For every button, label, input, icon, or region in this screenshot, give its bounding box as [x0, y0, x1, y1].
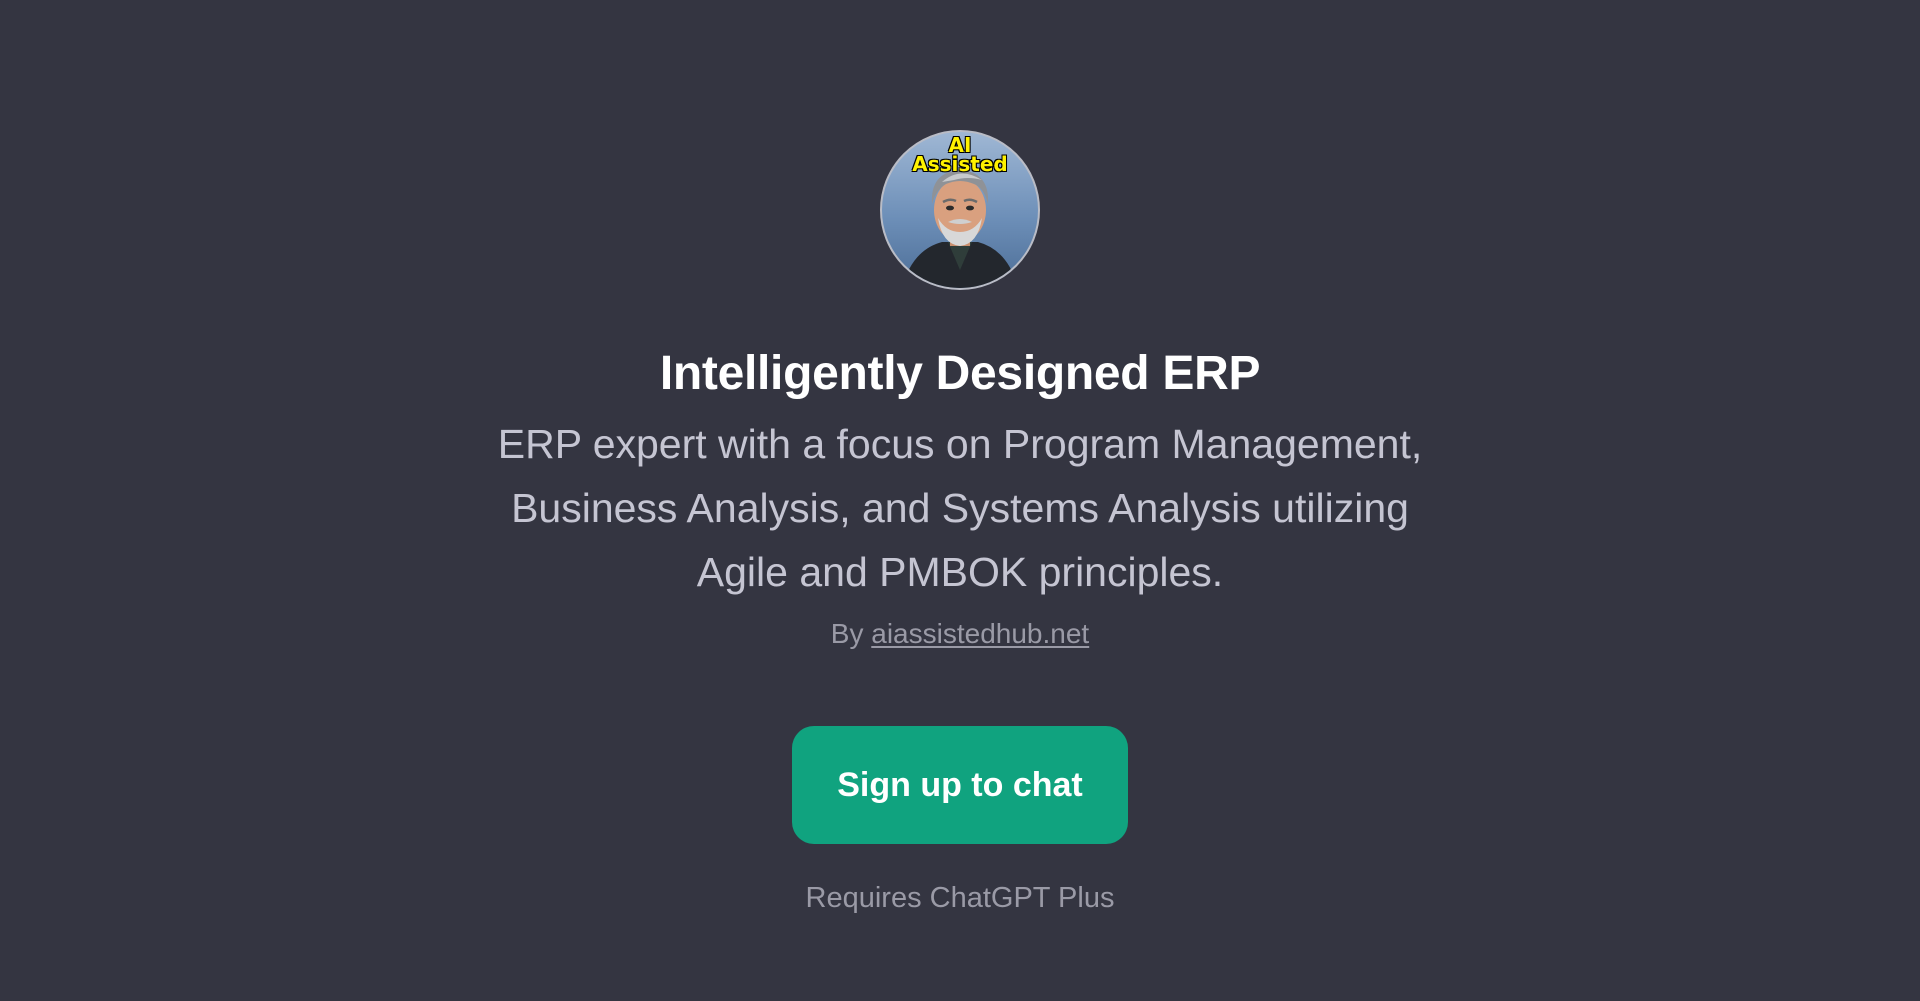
author-byline: By aiassistedhub.net [831, 616, 1089, 652]
gpt-landing-page: AI Assisted Intelligently Designed ERP E… [0, 0, 1920, 1001]
description-line-1: ERP expert with a focus on Program Manag… [497, 421, 1423, 467]
avatar-badge-line2: Assisted [912, 152, 1008, 176]
byline-prefix: By [830, 618, 864, 649]
description-line-2: Business Analysis, and Systems Analysis … [511, 485, 1409, 531]
gpt-description: ERP expert with a focus on Program Manag… [430, 412, 1490, 604]
avatar-badge-text: AI Assisted [882, 135, 1038, 176]
description-line-3: Agile and PMBOK principles. [696, 549, 1224, 595]
gpt-title: Intelligently Designed ERP [659, 347, 1261, 400]
author-link[interactable]: aiassistedhub.net [871, 618, 1089, 649]
plan-requirement-note: Requires ChatGPT Plus [805, 882, 1115, 914]
sign-up-to-chat-button[interactable]: Sign up to chat [792, 726, 1128, 844]
gpt-avatar: AI Assisted [880, 130, 1040, 290]
